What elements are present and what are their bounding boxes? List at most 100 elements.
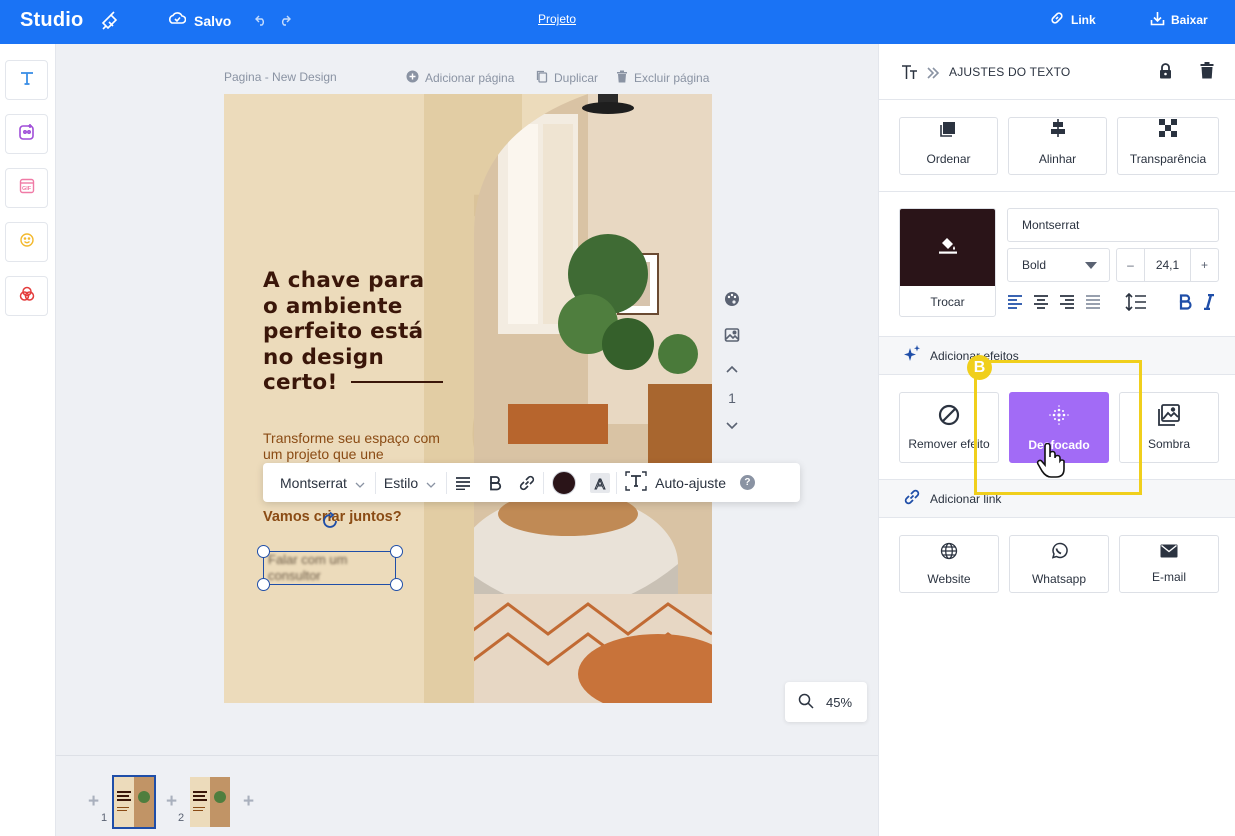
align-left-icon[interactable] [1007, 294, 1023, 315]
image-icon[interactable] [724, 327, 740, 343]
order-button[interactable]: Ordenar [899, 117, 998, 175]
redo-icon[interactable] [279, 13, 291, 31]
rotate-handle-icon[interactable] [321, 511, 339, 535]
align-button[interactable]: Alinhar [1008, 117, 1107, 175]
elements-tool[interactable] [5, 114, 48, 154]
lock-icon[interactable] [1159, 63, 1172, 84]
resize-handle-top-left[interactable] [257, 545, 270, 558]
transparency-button[interactable]: Transparência [1117, 117, 1219, 175]
emoji-tool[interactable] [5, 222, 48, 262]
chevron-up-icon[interactable] [724, 364, 740, 374]
selected-text-box[interactable]: Falar com um consultor [263, 551, 396, 585]
text-t-icon [19, 70, 35, 91]
insert-page-between-icon[interactable]: + [166, 792, 177, 811]
delete-page-button[interactable]: Excluir página [616, 70, 709, 86]
website-label: Website [927, 572, 971, 586]
page-thumbnail-1[interactable] [112, 775, 156, 829]
page-thumbnail-2[interactable] [190, 777, 230, 827]
trash-icon[interactable] [1200, 62, 1214, 84]
font-weight-select[interactable]: Bold [1007, 248, 1110, 282]
shapes-icon [18, 123, 36, 146]
current-text-color[interactable] [900, 209, 995, 286]
selected-text-content: Falar com um consultor [268, 552, 348, 583]
auto-fit-button[interactable]: Auto-ajuste ? [617, 471, 763, 494]
order-label: Ordenar [926, 152, 971, 166]
font-size-stepper[interactable]: – 24,1 + [1116, 248, 1219, 282]
swap-color-button[interactable]: Trocar [900, 286, 995, 316]
increase-size-button[interactable]: + [1190, 249, 1218, 281]
bold-icon[interactable] [1179, 294, 1192, 315]
align-left-icon[interactable] [447, 476, 479, 490]
globe-icon [940, 542, 958, 563]
zoom-value: 45% [826, 694, 853, 710]
page-number: 1 [728, 390, 736, 406]
headline-line-1: A chave para [263, 268, 425, 293]
chevron-down-icon [426, 475, 436, 491]
align-center-icon [1049, 119, 1067, 140]
text-color-swatch[interactable] [544, 470, 584, 496]
align-label: Alinhar [1038, 152, 1077, 166]
design-page[interactable]: N S E [224, 94, 712, 703]
colors-tool[interactable] [5, 276, 48, 316]
font-family-field[interactable]: Montserrat [1007, 208, 1219, 242]
shadow-image-icon [1158, 404, 1180, 429]
page-filmstrip: + 1 + 2 + [56, 755, 878, 836]
zoom-search-icon [798, 693, 814, 712]
text-size-icon [901, 64, 919, 85]
align-center-text-icon[interactable] [1033, 294, 1049, 315]
line-height-icon[interactable] [1125, 292, 1147, 316]
website-link-button[interactable]: Website [899, 535, 999, 593]
interior-photo[interactable] [468, 94, 712, 703]
add-page-button[interactable]: Adicionar página [406, 70, 514, 86]
subtitle-text[interactable]: Transforme seu espaço com um projeto que… [263, 430, 463, 462]
font-size-value[interactable]: 24,1 [1145, 258, 1190, 272]
tool-rail: GIF [0, 44, 56, 836]
caret-down-icon [1085, 258, 1097, 272]
font-weight-value: Bold [1022, 258, 1047, 272]
font-family-dropdown[interactable]: Montserrat [263, 475, 375, 491]
text-style-dropdown[interactable]: Estilo [376, 475, 446, 491]
text-highlight-icon[interactable]: A [584, 472, 616, 494]
insert-page-after-icon[interactable]: + [243, 792, 254, 811]
share-link-button[interactable]: Link [1050, 11, 1096, 28]
duplicate-button[interactable]: Duplicar [536, 70, 598, 86]
resize-handle-top-right[interactable] [390, 545, 403, 558]
save-status-label: Salvo [194, 12, 232, 29]
double-chevron-right-icon [926, 66, 940, 84]
zoom-control[interactable]: 45% [785, 682, 867, 722]
resize-handle-bottom-left[interactable] [257, 578, 270, 591]
palette-icon[interactable] [724, 291, 740, 307]
sparkles-icon [903, 345, 921, 366]
decrease-size-button[interactable]: – [1117, 249, 1145, 281]
link-icon[interactable] [511, 474, 543, 492]
undo-icon[interactable] [255, 13, 267, 31]
svg-text:A: A [595, 476, 605, 493]
headline-text[interactable]: A chave para o ambiente perfeito está no… [263, 268, 463, 396]
brush-logo-icon [100, 11, 120, 36]
text-tool[interactable] [5, 60, 48, 100]
whatsapp-link-button[interactable]: Whatsapp [1009, 535, 1109, 593]
project-link[interactable]: Projeto [538, 12, 576, 26]
download-label: Baixar [1171, 13, 1208, 27]
divider [879, 191, 1235, 192]
align-right-icon[interactable] [1059, 294, 1075, 315]
auto-fit-icon [625, 471, 647, 494]
text-format-toolbar: Montserrat Estilo A Auto-ajuste ? [263, 463, 800, 502]
email-link-button[interactable]: E-mail [1119, 535, 1219, 593]
gif-tool[interactable]: GIF [5, 168, 48, 208]
text-color-picker[interactable]: Trocar [899, 208, 996, 317]
align-justify-icon[interactable] [1085, 294, 1101, 315]
bold-icon[interactable] [479, 475, 511, 491]
whatsapp-icon [1050, 542, 1068, 563]
share-link-label: Link [1071, 12, 1096, 27]
chevron-down-icon[interactable] [724, 421, 740, 431]
download-button[interactable]: Baixar [1150, 11, 1208, 29]
save-status[interactable]: Salvo [168, 11, 231, 30]
resize-handle-bottom-right[interactable] [390, 578, 403, 591]
italic-icon[interactable] [1203, 293, 1215, 315]
help-icon[interactable]: ? [739, 475, 755, 490]
svg-text:GIF: GIF [22, 186, 32, 192]
insert-page-before-icon[interactable]: + [88, 792, 99, 811]
delete-page-label: Excluir página [634, 71, 710, 85]
smile-icon [19, 232, 35, 253]
